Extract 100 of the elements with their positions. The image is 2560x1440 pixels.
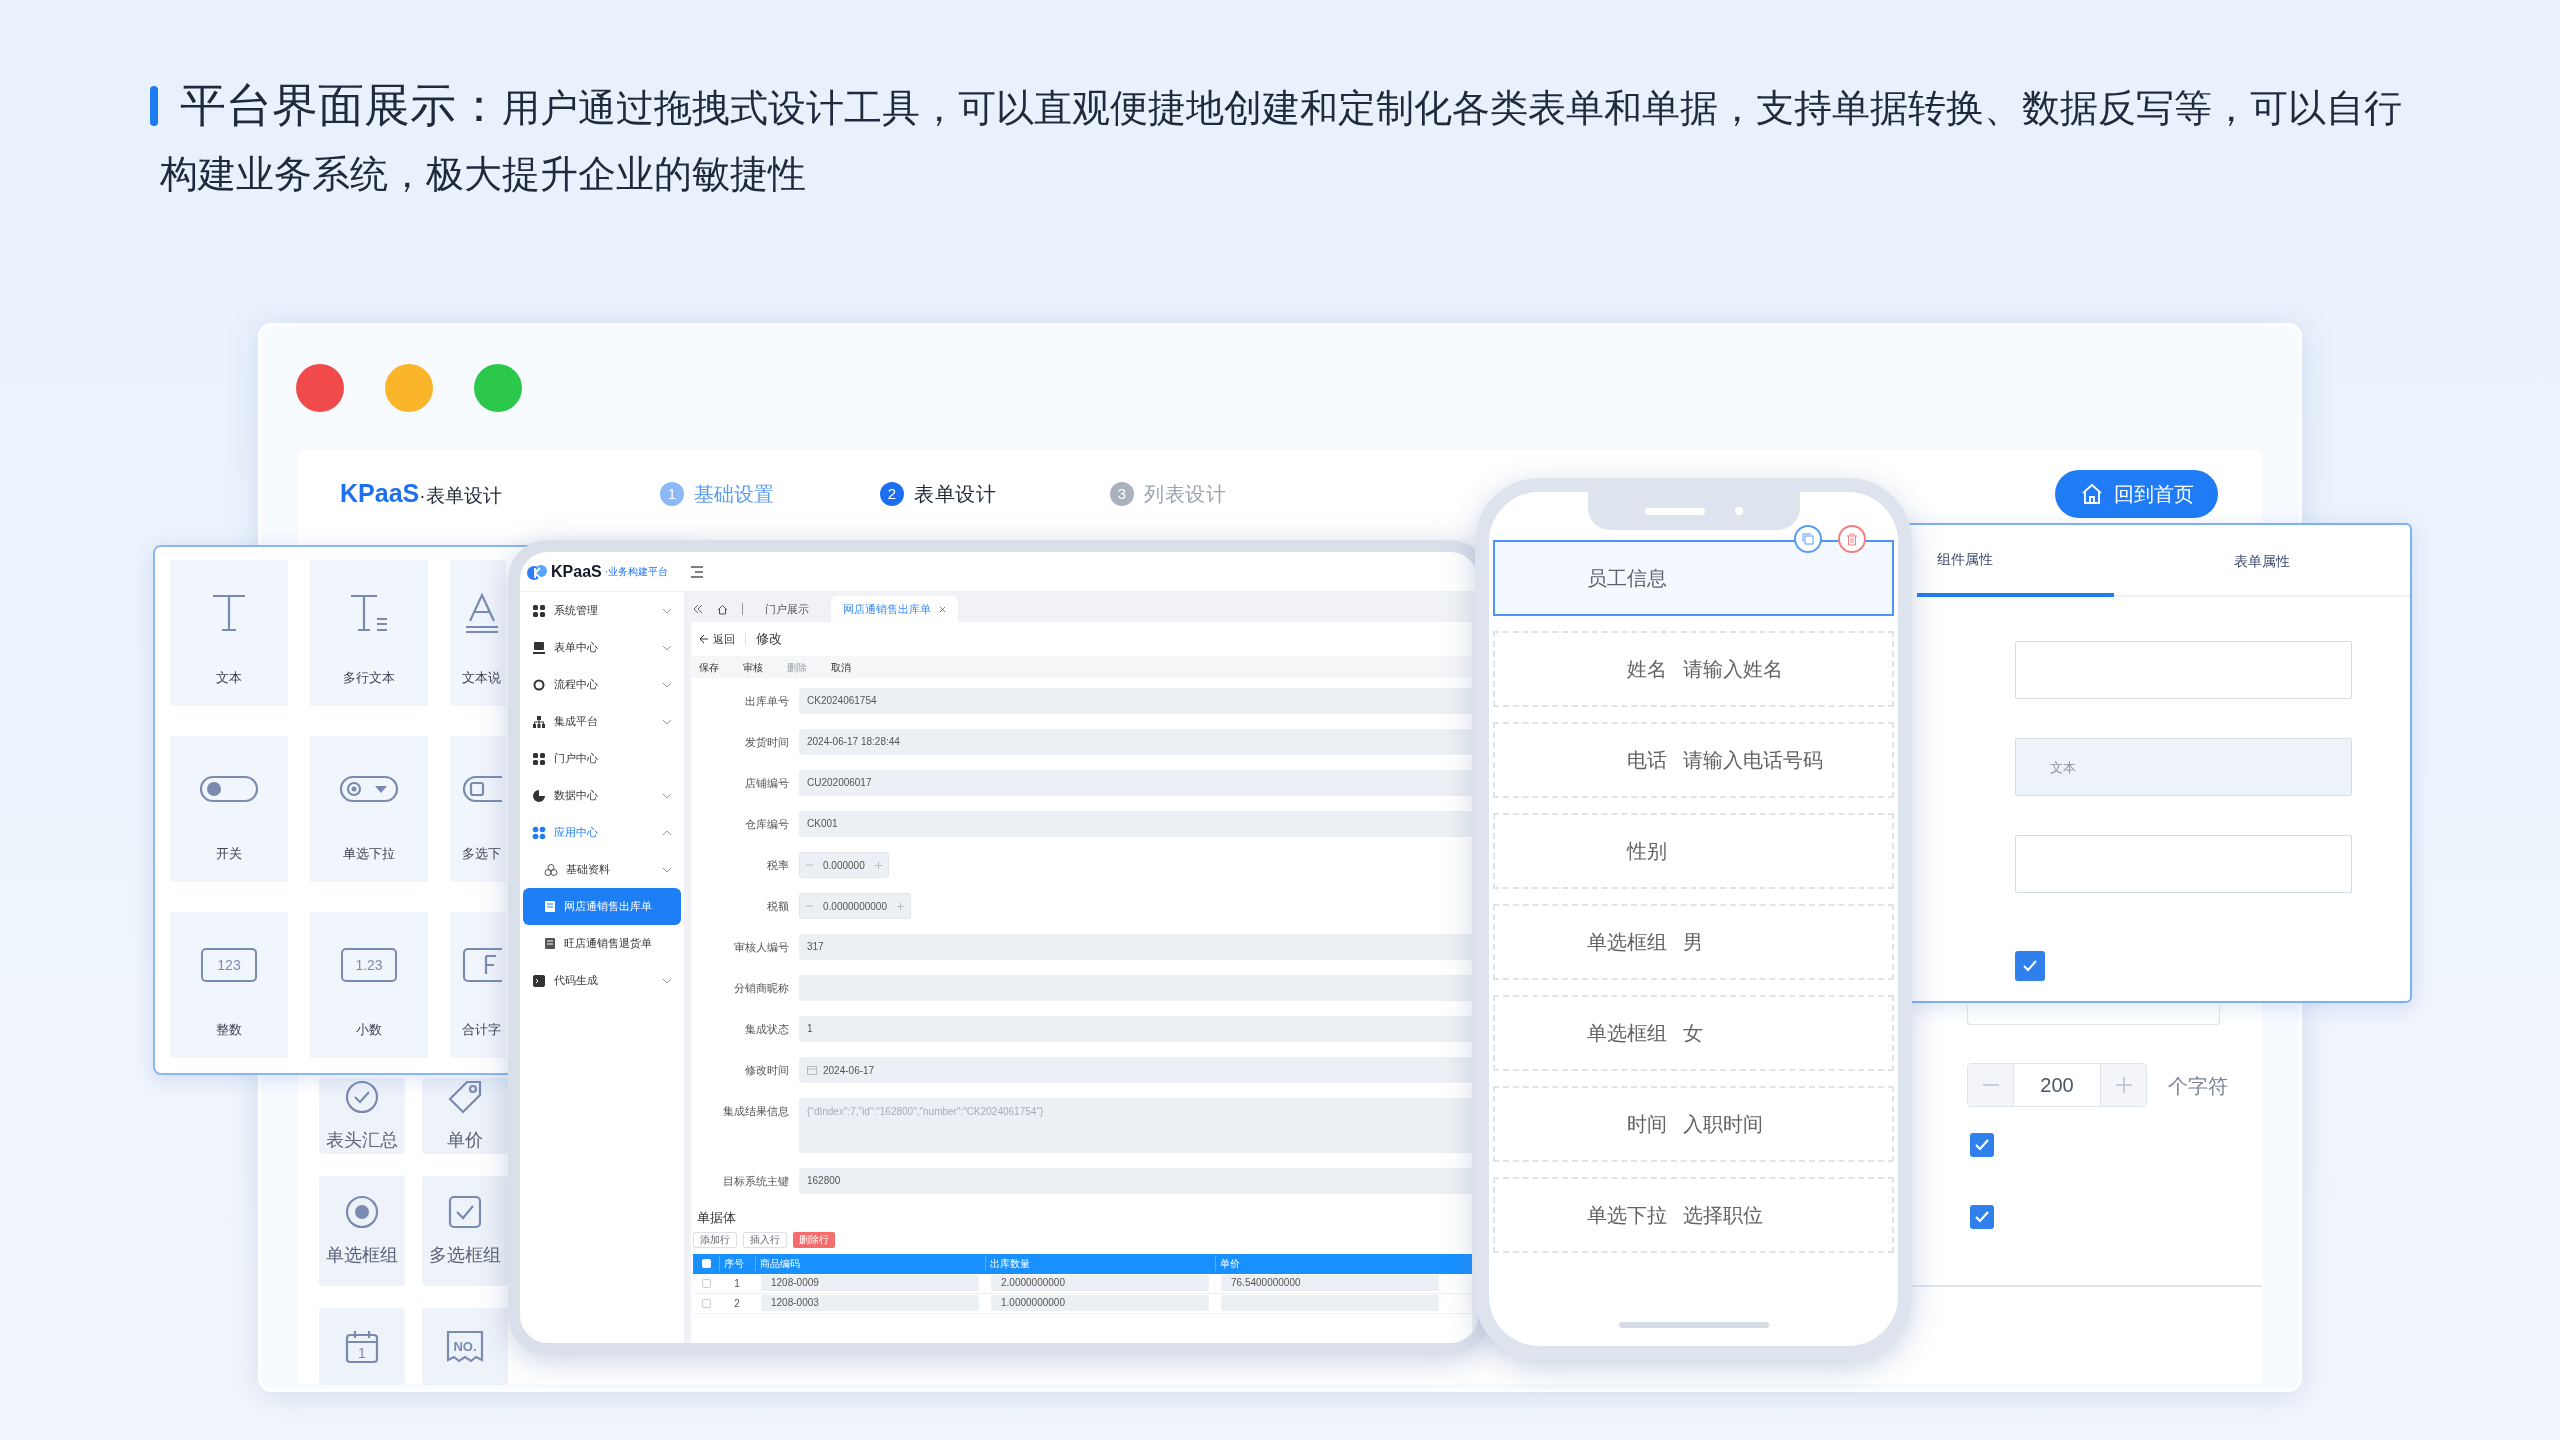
cell-input[interactable]: 1208-0003 [761,1295,979,1311]
form-item[interactable]: 单选框组 男 [1493,904,1894,980]
radio-icon [344,1193,380,1230]
copy-icon [1802,533,1814,545]
palette-tile[interactable]: 表头汇总 [319,1078,405,1154]
hierarchy-icon [532,714,546,729]
checkbox[interactable] [701,1278,711,1288]
home-icon [717,603,728,615]
input-field[interactable]: 317 [799,934,1472,960]
palette-tile[interactable]: 1.23 小数 [310,912,428,1058]
number-stepper[interactable]: 200 [1967,1063,2147,1107]
unit-label: 个字符 [2168,1074,2228,1099]
form-item[interactable]: 单选下拉 选择职位 [1493,1177,1894,1253]
palette-tile[interactable]: 多选下 [450,736,506,882]
form-item[interactable]: 时间 入职时间 [1493,1086,1894,1162]
cell-input[interactable]: 1.0000000000 [991,1295,1209,1311]
sidebar-item[interactable]: 集成平台 [520,703,684,740]
cell-input[interactable]: 76.5400000000 [1221,1275,1439,1291]
copy-button[interactable] [1794,525,1822,553]
field-label: 分销商昵称 [733,981,790,996]
form-item[interactable]: 电话 请输入电话号码 [1493,722,1894,798]
sidebar-item[interactable]: 旺店通销售退货单 [520,925,684,962]
input-field[interactable]: CK2024061754 [799,688,1472,714]
field-label: 集成状态 [744,1022,790,1037]
sidebar-item[interactable]: 表单中心 [520,629,684,666]
tab[interactable]: 门户展示 [753,596,821,622]
input-field[interactable] [2015,835,2352,893]
toolbar-button[interactable]: 审核 [743,659,763,675]
number-stepper[interactable]: 0.0000000000 [799,893,911,919]
tab[interactable]: 组件属性 [1917,525,2114,597]
sidebar-item[interactable]: 基础资料 [520,851,684,888]
palette-tile[interactable]: 单价 [422,1078,508,1154]
step-label: 列表设计 [1144,482,1226,507]
field-label: 店铺编号 [744,776,790,791]
tile-label: 单选框组 [326,1243,398,1267]
palette-tile[interactable]: 多选框组 [422,1176,508,1286]
sidebar-item[interactable]: 网店通销售出库单 [523,888,681,925]
row-button[interactable]: 添加行 [693,1231,737,1248]
input-field[interactable]: 162800 [799,1168,1472,1194]
sidebar-item[interactable]: 流程中心 [520,666,684,703]
field-label: 性别 [1625,839,1667,864]
toolbar-button[interactable]: 取消 [831,659,851,675]
palette-tile[interactable]: 多行文本 [310,560,428,706]
palette-tile[interactable]: 文本 [170,560,288,706]
toolbar-button[interactable]: 保存 [699,659,719,675]
row-button[interactable]: 插入行 [743,1231,787,1248]
palette-tile[interactable]: 开关 [170,736,288,882]
sidebar-item[interactable]: 代码生成 [520,962,684,999]
sidebar-item[interactable]: 数据中心 [520,777,684,814]
field-label: 仓库编号 [744,817,790,832]
cell-input[interactable]: 2.0000000000 [991,1275,1209,1291]
circles-icon [544,862,558,877]
tile-label: 文本说 [462,669,501,687]
column-header: 序号 [719,1256,755,1271]
check-circle-icon [344,1078,380,1115]
input-field[interactable]: 1 [799,1016,1472,1042]
checkbox[interactable] [701,1259,711,1268]
palette-tile[interactable]: 单选框组 [319,1176,405,1286]
monitor-icon [532,640,546,655]
column-header: 出库数量 [985,1256,1215,1271]
checkbox[interactable] [1970,1205,1994,1229]
tile-label: 开关 [216,845,242,863]
input-field[interactable]: CK001 [799,811,1472,837]
form-item[interactable]: 姓名 请输入姓名 [1493,631,1894,707]
section-label: 员工信息 [1586,566,1667,591]
home-button[interactable]: 回到首页 [2055,470,2218,518]
input-field[interactable]: 2024-06-17 18:28:44 [799,729,1472,755]
cell-input[interactable]: 1208-0009 [761,1275,979,1291]
field-label: 税率 [766,858,790,873]
ring-icon [532,677,546,692]
sidebar-item[interactable]: 应用中心 [520,814,684,851]
number-field-icon: 1.23 [341,948,397,982]
palette-tile[interactable]: 123 整数 [170,912,288,1058]
checkbox[interactable] [1970,1133,1994,1157]
tab[interactable]: 网店通销售出库单 [831,596,958,622]
date-field[interactable]: 2024-06-17 [799,1057,1472,1083]
form-item[interactable]: 员工信息 [1493,540,1894,616]
back-button[interactable]: 返回 [699,630,735,648]
palette-tile[interactable]: 文本说 [450,560,506,706]
input-field[interactable] [1967,1006,2220,1025]
field-label: 出库单号 [744,694,790,709]
sidebar-item[interactable]: 系统管理 [520,592,684,629]
section-title: 单据体 [697,1209,737,1227]
table-cell-text: 1 [733,1276,741,1291]
form-item[interactable]: 性别 [1493,813,1894,889]
input-field[interactable] [2015,641,2352,699]
tile-label: 单选下拉 [343,845,395,863]
delete-button[interactable] [1838,525,1866,553]
tile-label: 多选框组 [429,1243,501,1267]
checkbox[interactable] [701,1298,711,1308]
input-field[interactable] [799,975,1472,1001]
input-field[interactable]: CU202006017 [799,770,1472,796]
tab[interactable]: 表单属性 [2113,525,2410,597]
palette-tile[interactable]: 单选下拉 [310,736,428,882]
field-label: 单选框组 [1586,930,1667,955]
checkbox[interactable] [2015,951,2045,981]
palette-tile[interactable]: 合计字 [450,912,506,1058]
form-item[interactable]: 单选框组 女 [1493,995,1894,1071]
sidebar-item[interactable]: 门户中心 [520,740,684,777]
number-stepper[interactable]: 0.000000 [799,852,889,878]
